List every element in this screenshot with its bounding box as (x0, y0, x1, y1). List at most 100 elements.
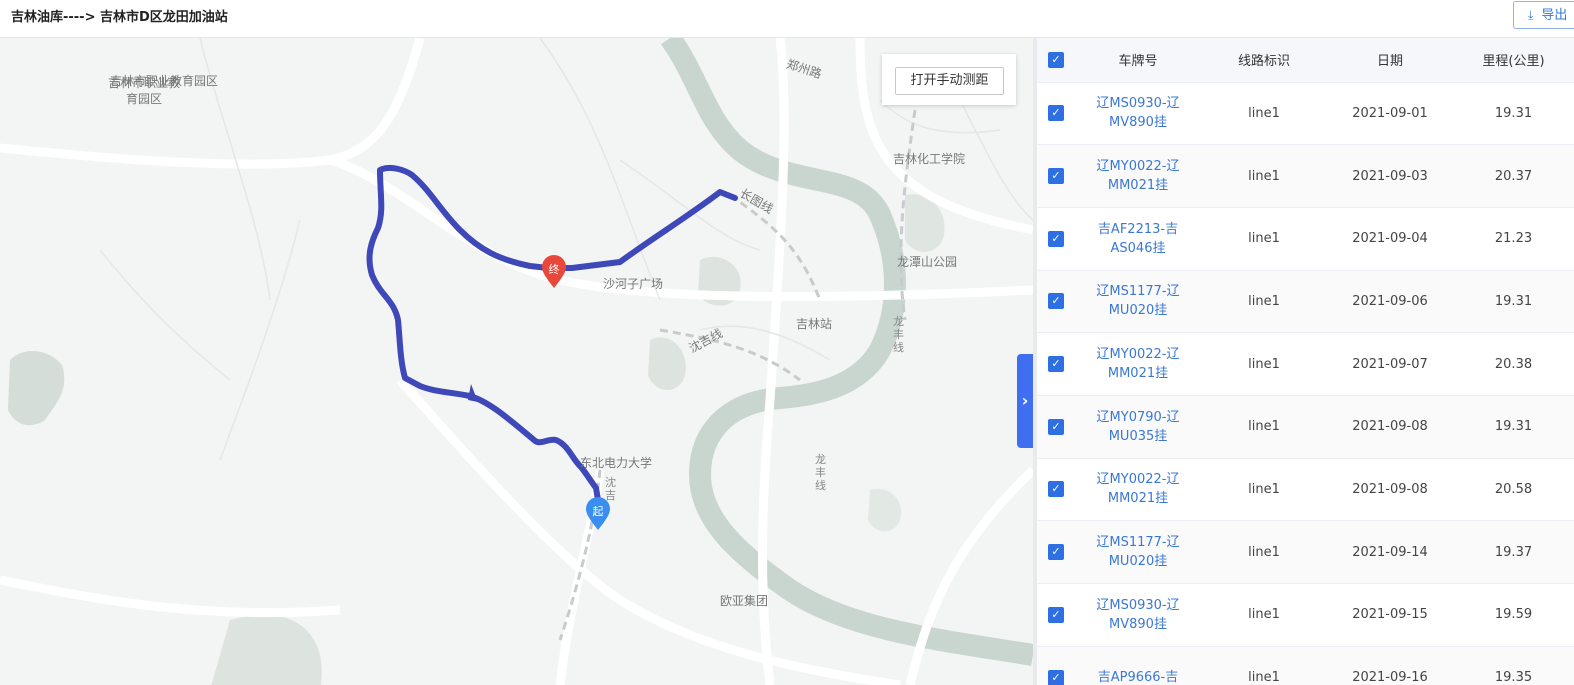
mileage-cell: 19.31 (1453, 82, 1574, 146)
row-checkbox-cell: ✓ (1037, 144, 1075, 208)
export-button[interactable]: ⤓ 导出 (1513, 1, 1574, 29)
table-row[interactable]: ✓ 辽MS1177-辽MU020挂 line1 2021-09-14 19.37 (1037, 520, 1574, 584)
mileage-cell: 19.31 (1453, 395, 1574, 459)
map-label: 吉林站 (796, 317, 832, 331)
mileage-cell: 19.59 (1453, 583, 1574, 647)
mileage-cell: 20.38 (1453, 332, 1574, 396)
select-all-cell: ✓ (1037, 38, 1075, 83)
chevron-right-icon: › (1021, 391, 1029, 410)
plate-cell[interactable]: 辽MY0022-辽MM021挂 (1075, 458, 1201, 522)
column-header-date[interactable]: 日期 (1327, 38, 1453, 83)
row-checkbox[interactable]: ✓ (1048, 481, 1064, 498)
date-cell: 2021-09-03 (1327, 144, 1453, 208)
date-cell: 2021-09-07 (1327, 332, 1453, 396)
column-header-line[interactable]: 线路标识 (1201, 38, 1327, 83)
plate-cell[interactable]: 辽MS0930-辽MV890挂 (1075, 583, 1201, 647)
row-checkbox-cell: ✓ (1037, 646, 1075, 685)
plate-cell[interactable]: 辽MS0930-辽MV890挂 (1075, 82, 1201, 146)
date-cell: 2021-09-08 (1327, 458, 1453, 522)
date-cell: 2021-09-04 (1327, 207, 1453, 271)
trip-table: ✓ 车牌号 线路标识 日期 里程(公里) ✓ 辽MS0930-辽MV890挂 lin… (1037, 38, 1574, 685)
row-checkbox-cell: ✓ (1037, 82, 1075, 146)
table-row[interactable]: ✓ 辽MY0022-辽MM021挂 line1 2021-09-07 20.38 (1037, 332, 1574, 396)
select-all-checkbox[interactable]: ✓ (1048, 51, 1064, 68)
plate-cell[interactable]: 辽MY0022-辽MM021挂 (1075, 332, 1201, 396)
plate-cell[interactable]: 辽MS1177-辽MU020挂 (1075, 270, 1201, 334)
plate-cell[interactable]: 吉AP9666-吉 (1075, 646, 1201, 685)
table-row[interactable]: ✓ 辽MS0930-辽MV890挂 line1 2021-09-15 19.59 (1037, 583, 1574, 647)
date-cell: 2021-09-15 (1327, 583, 1453, 647)
map-label: 郑州路 (785, 56, 824, 81)
route-map[interactable]: 吉林市职业教育园区 郑州路 吉林化工学院 长图线 龙潭山公园 沙河子广场 吉林站… (0, 38, 1033, 685)
route-arrow (468, 384, 478, 402)
row-checkbox[interactable]: ✓ (1048, 544, 1064, 561)
line-cell: line1 (1201, 520, 1327, 584)
trip-table-panel: ✓ 车牌号 线路标识 日期 里程(公里) ✓ 辽MS0930-辽MV890挂 lin… (1037, 38, 1574, 685)
column-header-plate[interactable]: 车牌号 (1075, 38, 1201, 83)
table-row[interactable]: ✓ 吉AF2213-吉AS046挂 line1 2021-09-04 21.23 (1037, 207, 1574, 271)
line-cell: line1 (1201, 332, 1327, 396)
date-cell: 2021-09-14 (1327, 520, 1453, 584)
table-row[interactable]: ✓ 吉AP9666-吉 line1 2021-09-16 19.35 (1037, 646, 1574, 685)
green-area (211, 614, 322, 685)
download-icon: ⤓ (1528, 8, 1534, 22)
row-checkbox[interactable]: ✓ (1048, 105, 1064, 122)
map-label: 沙河子广场 (603, 277, 663, 291)
map-label: 龙潭山公园 (897, 255, 957, 269)
date-cell: 2021-09-08 (1327, 395, 1453, 459)
date-cell: 2021-09-16 (1327, 646, 1453, 685)
row-checkbox[interactable]: ✓ (1048, 606, 1064, 623)
row-checkbox[interactable]: ✓ (1048, 230, 1064, 247)
line-cell: line1 (1201, 82, 1327, 146)
plate-cell[interactable]: 辽MS1177-辽MU020挂 (1075, 520, 1201, 584)
column-header-mileage[interactable]: 里程(公里) (1453, 38, 1574, 83)
plate-cell[interactable]: 辽MY0022-辽MM021挂 (1075, 144, 1201, 208)
table-row[interactable]: ✓ 辽MS0930-辽MV890挂 line1 2021-09-01 19.31 (1037, 82, 1574, 146)
row-checkbox-cell: ✓ (1037, 332, 1075, 396)
map-label: 东北电力大学 (580, 455, 652, 470)
table-row[interactable]: ✓ 辽MY0022-辽MM021挂 line1 2021-09-08 20.58 (1037, 458, 1574, 522)
row-checkbox-cell: ✓ (1037, 458, 1075, 522)
mileage-cell: 20.37 (1453, 144, 1574, 208)
table-header-row: ✓ 车牌号 线路标识 日期 里程(公里) (1037, 38, 1574, 83)
river (660, 38, 1033, 666)
map-label: 吉林化工学院 (893, 151, 965, 166)
collapse-panel-button[interactable]: › (1017, 354, 1033, 448)
mileage-cell: 19.37 (1453, 520, 1574, 584)
map-label: 欧亚集团 (720, 593, 768, 608)
mileage-cell: 19.35 (1453, 646, 1574, 685)
row-checkbox[interactable]: ✓ (1048, 418, 1064, 435)
plate-cell[interactable]: 辽MY0790-辽MU035挂 (1075, 395, 1201, 459)
manual-measure-panel: 打开手动测距 (882, 54, 1016, 105)
table-row[interactable]: ✓ 辽MS1177-辽MU020挂 line1 2021-09-06 19.31 (1037, 270, 1574, 334)
export-label: 导出 (1541, 8, 1568, 23)
route-title: 吉林油库----> 吉林市D区龙田加油站 (11, 10, 228, 25)
row-checkbox[interactable]: ✓ (1048, 293, 1064, 310)
mileage-cell: 20.58 (1453, 458, 1574, 522)
longfeng-line-label: 龙丰线 (893, 315, 904, 354)
manual-measure-button[interactable]: 打开手动测距 (895, 67, 1004, 95)
green-area (648, 337, 686, 390)
top-bar: 吉林油库----> 吉林市D区龙田加油站 ⤓ 导出 (0, 0, 1574, 38)
map-label: 长图线 (737, 186, 775, 216)
table-row[interactable]: ✓ 辽MY0790-辽MU035挂 line1 2021-09-08 19.31 (1037, 395, 1574, 459)
row-checkbox[interactable]: ✓ (1048, 669, 1064, 685)
line-cell: line1 (1201, 646, 1327, 685)
row-checkbox-cell: ✓ (1037, 395, 1075, 459)
green-area (868, 489, 901, 532)
start-marker-label: 起 (593, 505, 604, 518)
line-cell: line1 (1201, 270, 1327, 334)
mileage-cell: 21.23 (1453, 207, 1574, 271)
line-cell: line1 (1201, 144, 1327, 208)
line-cell: line1 (1201, 458, 1327, 522)
shenji-label: 沈吉 (605, 476, 616, 502)
row-checkbox[interactable]: ✓ (1048, 356, 1064, 373)
row-checkbox-cell: ✓ (1037, 207, 1075, 271)
row-checkbox-cell: ✓ (1037, 270, 1075, 334)
table-row[interactable]: ✓ 辽MY0022-辽MM021挂 line1 2021-09-03 20.37 (1037, 144, 1574, 208)
line-cell: line1 (1201, 583, 1327, 647)
row-checkbox-cell: ✓ (1037, 520, 1075, 584)
row-checkbox[interactable]: ✓ (1048, 168, 1064, 185)
plate-cell[interactable]: 吉AF2213-吉AS046挂 (1075, 207, 1201, 271)
date-cell: 2021-09-01 (1327, 82, 1453, 146)
